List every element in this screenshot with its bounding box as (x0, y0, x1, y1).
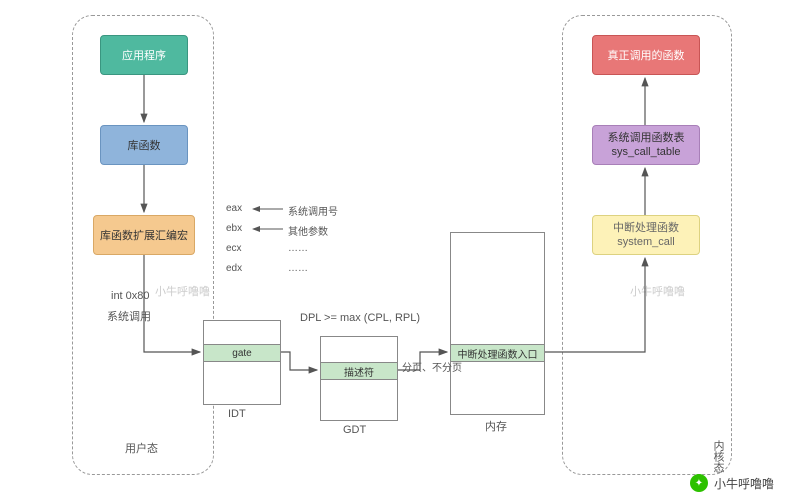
syscallno-label: 系统调用号 (288, 203, 338, 218)
dots1-label: …… (288, 243, 308, 254)
userland-label: 用户态 (125, 440, 158, 456)
libfn-node: 库函数 (100, 125, 188, 165)
otherparam-label: 其他参数 (288, 223, 328, 238)
footer-label: 小牛呼噜噜 (714, 475, 774, 492)
dots2-label: …… (288, 263, 308, 274)
kernelland-label: 内核态 (710, 440, 726, 473)
libasm-label: 库函数扩展汇编宏 (100, 227, 188, 243)
idt-label: IDT (228, 408, 246, 420)
realfn-label: 真正调用的函数 (608, 47, 685, 63)
paging-label: 分页、不分页 (402, 359, 462, 374)
descriptor-cell: 描述符 (320, 362, 398, 380)
ecx-label: ecx (226, 243, 242, 254)
syscalltable-label: 系统调用函数表 sys_call_table (608, 131, 685, 160)
libfn-label: 库函数 (128, 137, 161, 153)
entry-cell: 中断处理函数入口 (450, 344, 545, 362)
syscalltable-node: 系统调用函数表 sys_call_table (592, 125, 700, 165)
watermark-right: 小牛呼噜噜 (630, 283, 685, 299)
gdt-label: GDT (343, 424, 366, 436)
app-node: 应用程序 (100, 35, 188, 75)
realfn-node: 真正调用的函数 (592, 35, 700, 75)
descriptor-label: 描述符 (344, 364, 374, 379)
int80-label: int 0x80 (111, 290, 150, 302)
entry-label: 中断处理函数入口 (458, 346, 538, 361)
memory-box (450, 232, 545, 415)
edx-label: edx (226, 263, 242, 274)
watermark-left: 小牛呼噜噜 (155, 283, 210, 299)
gate-cell: gate (203, 344, 281, 362)
handler-label: 中断处理函数 system_call (613, 221, 679, 250)
syscall-label: 系统调用 (107, 308, 151, 324)
wechat-icon: ✦ (690, 474, 708, 492)
footer: ✦ 小牛呼噜噜 (690, 474, 774, 492)
mem-label: 内存 (485, 418, 507, 434)
gate-label: gate (232, 348, 251, 359)
eax-label: eax (226, 203, 242, 214)
idt-box (203, 320, 281, 405)
app-label: 应用程序 (122, 47, 166, 63)
handler-node: 中断处理函数 system_call (592, 215, 700, 255)
libasm-node: 库函数扩展汇编宏 (93, 215, 195, 255)
ebx-label: ebx (226, 223, 242, 234)
dpl-label: DPL >= max (CPL, RPL) (300, 312, 420, 324)
